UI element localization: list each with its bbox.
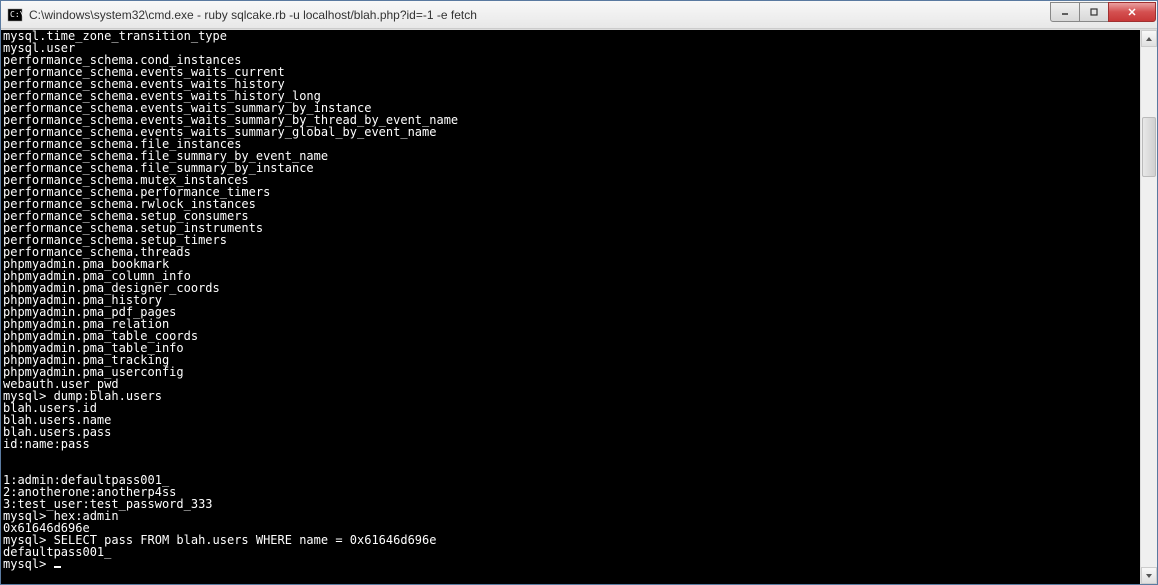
console-line: phpmyadmin.pma_designer_coords bbox=[3, 282, 1138, 294]
console-line: 3:test_user:test_password_333 bbox=[3, 498, 1138, 510]
console-line: mysql> bbox=[3, 558, 1138, 570]
console-line: phpmyadmin.pma_userconfig bbox=[3, 366, 1138, 378]
console-line: blah.users.name bbox=[3, 414, 1138, 426]
console-line: performance_schema.threads bbox=[3, 246, 1138, 258]
titlebar[interactable]: C:\ C:\windows\system32\cmd.exe - ruby s… bbox=[1, 1, 1157, 29]
scroll-track[interactable] bbox=[1141, 47, 1157, 567]
console-line: phpmyadmin.pma_table_info bbox=[3, 342, 1138, 354]
scroll-up-button[interactable] bbox=[1141, 30, 1157, 47]
minimize-button[interactable] bbox=[1050, 2, 1080, 22]
scroll-down-button[interactable] bbox=[1141, 567, 1157, 584]
window-controls bbox=[1051, 2, 1156, 22]
maximize-button[interactable] bbox=[1079, 2, 1109, 22]
scroll-thumb[interactable] bbox=[1142, 117, 1156, 177]
cursor bbox=[54, 566, 61, 568]
console-line: phpmyadmin.pma_pdf_pages bbox=[3, 306, 1138, 318]
window-title: C:\windows\system32\cmd.exe - ruby sqlca… bbox=[29, 8, 1051, 22]
svg-text:C:\: C:\ bbox=[10, 10, 23, 19]
console-line: blah.users.id bbox=[3, 402, 1138, 414]
console-line: mysql> dump:blah.users bbox=[3, 390, 1138, 402]
console-line: webauth.user_pwd bbox=[3, 378, 1138, 390]
console-line: mysql> SELECT pass FROM blah.users WHERE… bbox=[3, 534, 1138, 546]
close-button[interactable] bbox=[1108, 2, 1156, 22]
console-line: blah.users.pass bbox=[3, 426, 1138, 438]
console-line: id:name:pass bbox=[3, 438, 1138, 450]
console-area: mysql.time_zone_transition_typemysql.use… bbox=[1, 29, 1157, 584]
cmd-icon: C:\ bbox=[7, 7, 23, 23]
console-line bbox=[3, 462, 1138, 474]
vertical-scrollbar[interactable] bbox=[1140, 30, 1157, 584]
console-line: mysql.time_zone_transition_type bbox=[3, 30, 1138, 42]
console-line bbox=[3, 450, 1138, 462]
window-frame: C:\ C:\windows\system32\cmd.exe - ruby s… bbox=[0, 0, 1158, 585]
console-line: defaultpass001_ bbox=[3, 546, 1138, 558]
console-line: mysql> hex:admin bbox=[3, 510, 1138, 522]
console-output[interactable]: mysql.time_zone_transition_typemysql.use… bbox=[1, 30, 1140, 584]
